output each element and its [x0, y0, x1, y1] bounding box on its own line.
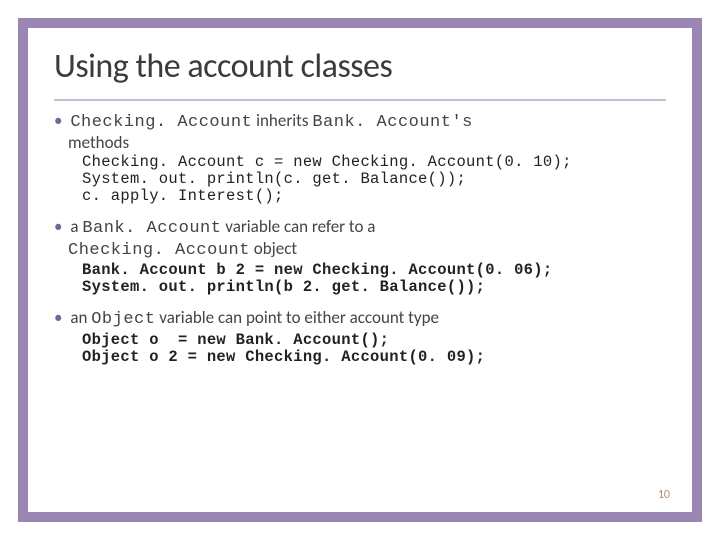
bullet-3-tail: variable can point to either account typ…	[155, 307, 439, 328]
code-block-1: Checking. Account c = new Checking. Acco…	[82, 154, 666, 205]
title-underline	[54, 99, 666, 101]
bullet-1-mono-b: Bank. Account's	[312, 113, 473, 132]
bullet-1: • Checking. Account inherits Bank. Accou…	[54, 111, 666, 152]
bullet-dot: •	[54, 307, 66, 328]
bullet-2-mono-a: Bank. Account	[82, 219, 221, 238]
bullet-2-pre: a	[70, 216, 82, 237]
slide-frame: Using the account classes • Checking. Ac…	[18, 18, 702, 522]
bullet-1-text: inherits	[252, 110, 312, 131]
bullet-dot: •	[54, 110, 66, 131]
bullet-2-tail: object	[250, 238, 297, 259]
bullet-3-pre: an	[70, 307, 91, 328]
bullet-3-mono: Object	[91, 310, 155, 329]
slide-title: Using the account classes	[54, 46, 666, 87]
bullet-dot: •	[54, 216, 66, 237]
code-block-2: Bank. Account b 2 = new Checking. Accoun…	[82, 262, 666, 296]
bullet-2-mono-b: Checking. Account	[68, 241, 250, 260]
page-number: 10	[658, 488, 670, 502]
code-block-3: Object o = new Bank. Account(); Object o…	[82, 332, 666, 366]
bullet-3: • an Object variable can point to either…	[54, 308, 666, 330]
bullet-1-tail: methods	[68, 132, 129, 153]
bullet-1-mono-a: Checking. Account	[70, 113, 252, 132]
bullet-2-mid: variable can refer to a	[221, 216, 375, 237]
bullet-2: • a Bank. Account variable can refer to …	[54, 217, 666, 260]
